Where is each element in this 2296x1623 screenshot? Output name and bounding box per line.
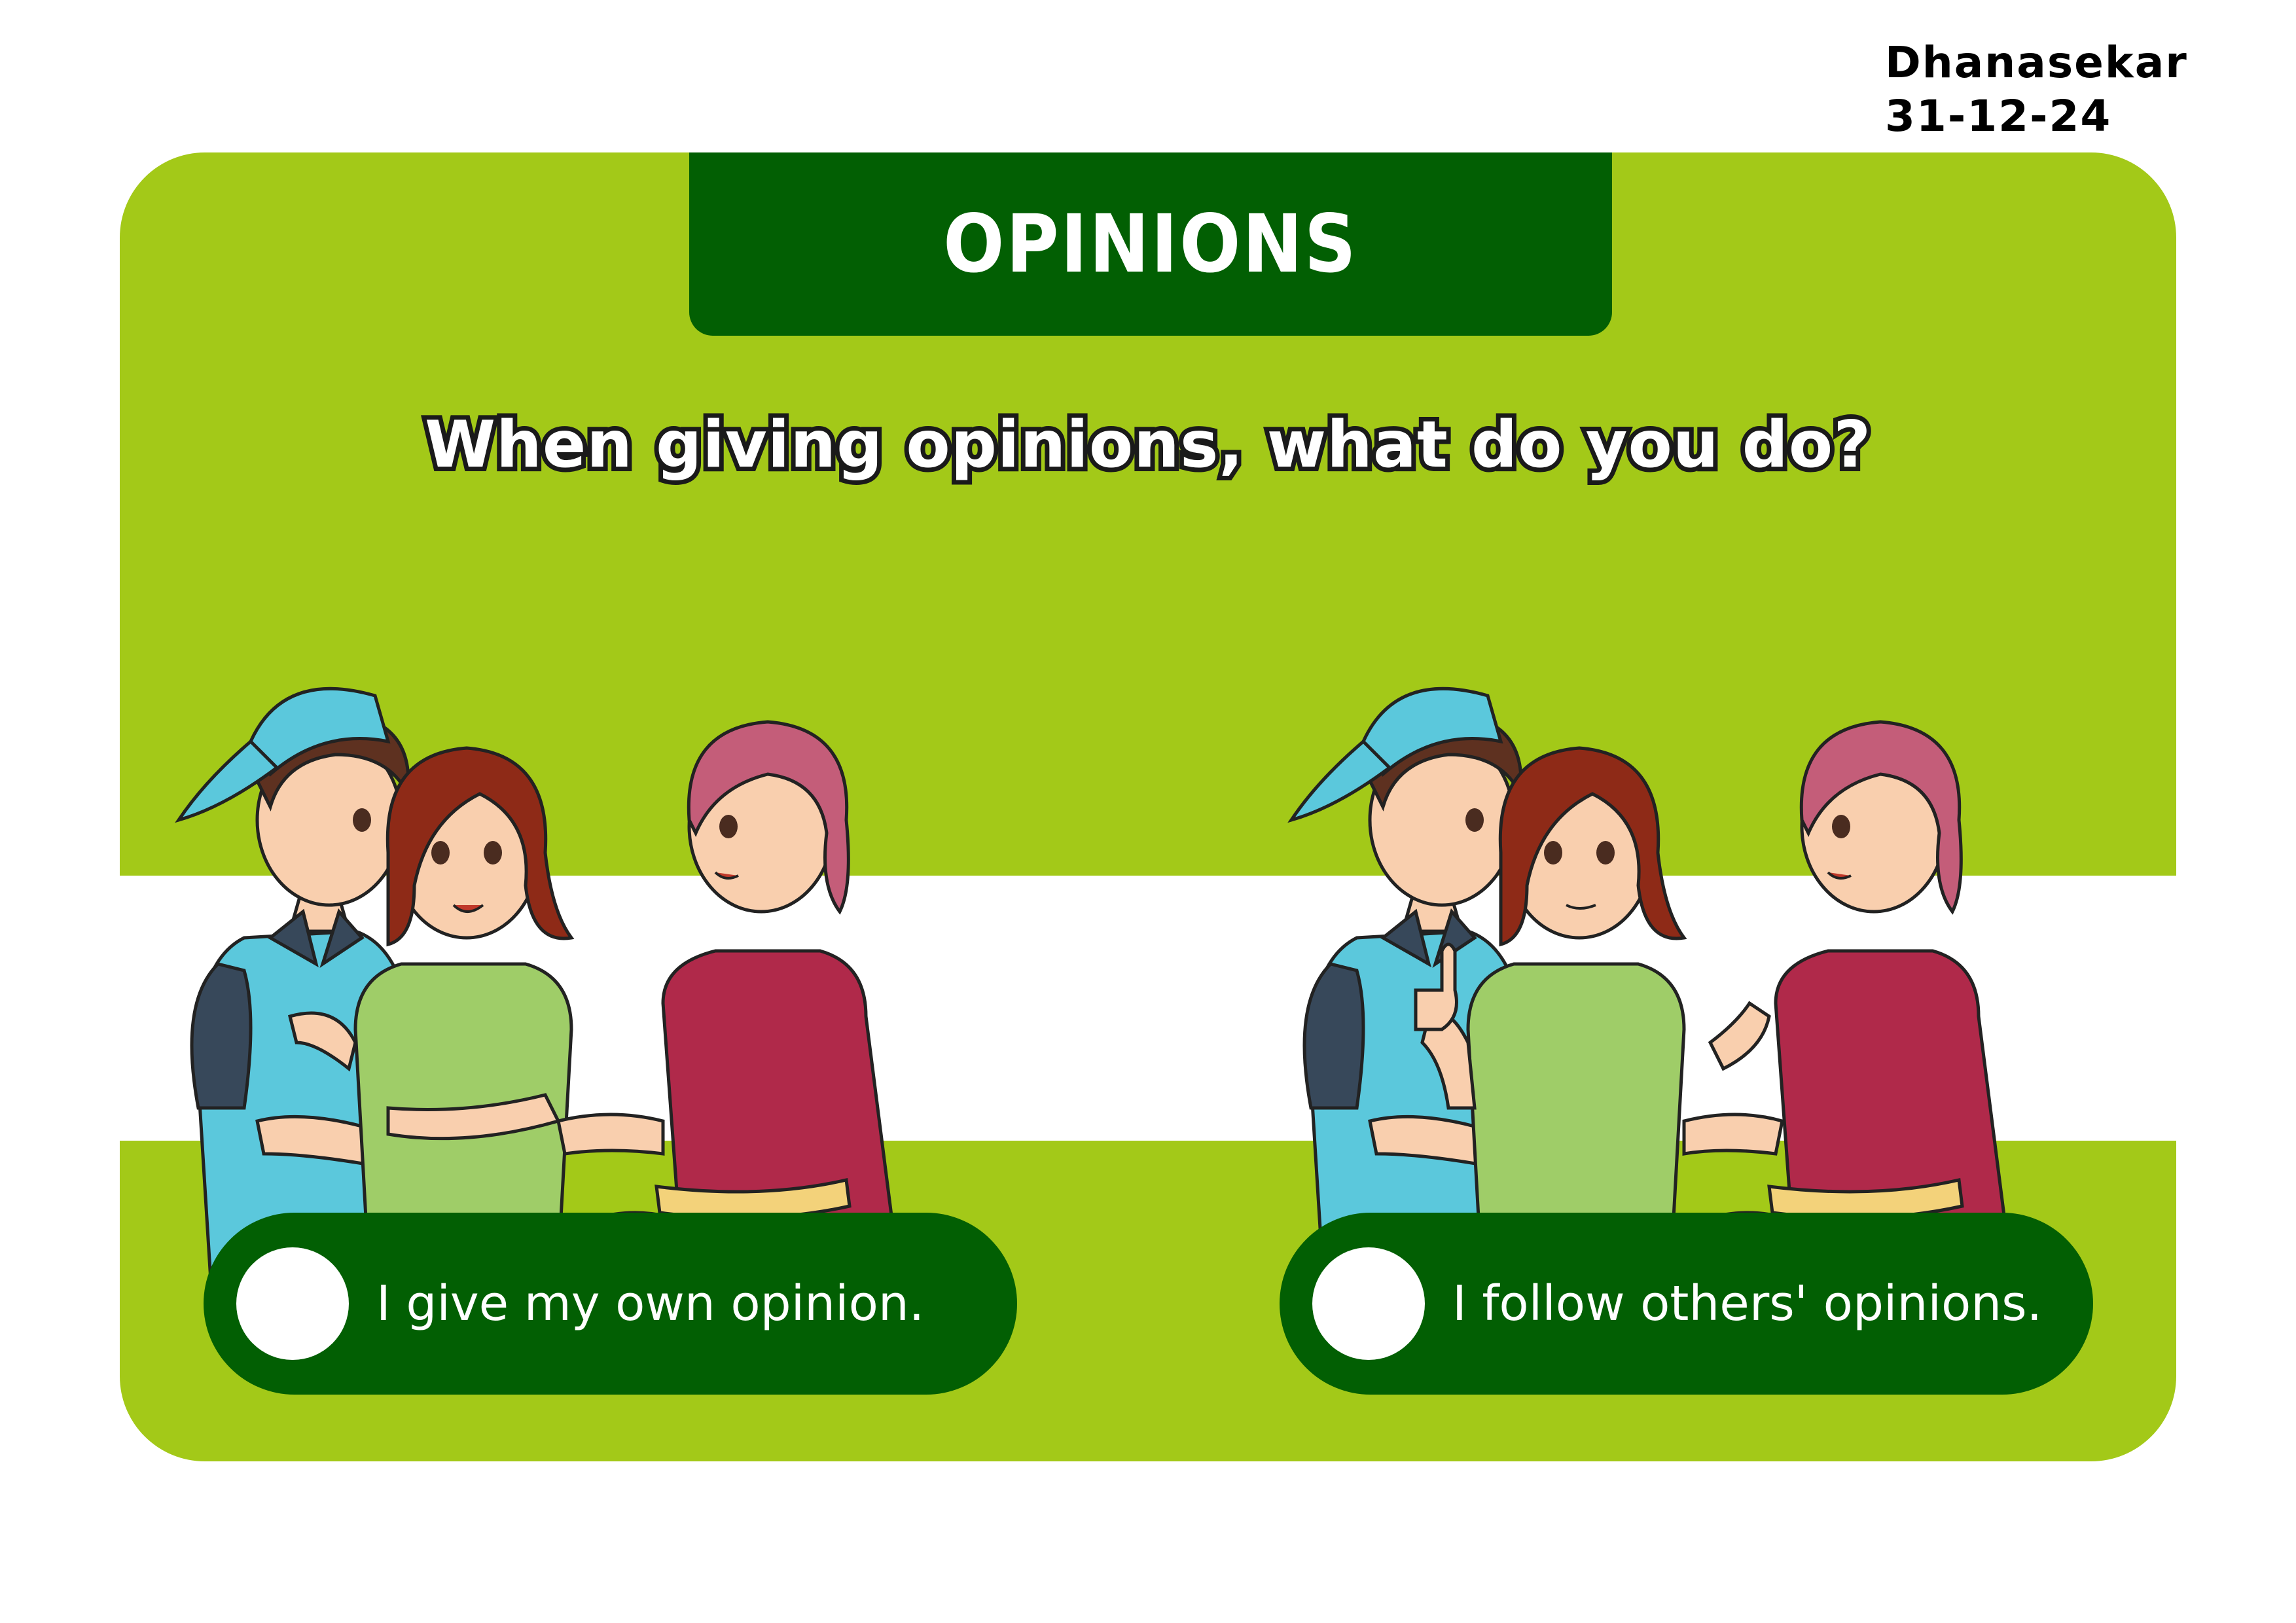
card-title: OPINIONS [943,198,1358,291]
title-tab: OPINIONS [689,152,1612,336]
author-credit: Dhanasekar 31-12-24 [1885,36,2188,143]
radio-circle-icon[interactable] [236,1247,349,1360]
three-friends-talking-illustration [175,687,901,1300]
three-friends-agreeing-illustration [1287,687,2013,1300]
question-row: When giving opinions, what do you do? [120,403,2176,487]
credit-date: 31-12-24 [1885,91,2112,141]
option-own-opinion[interactable]: I give my own opinion. [204,1213,1017,1395]
woman-red-top [556,720,901,1300]
woman-red-top [1682,720,2013,1300]
radio-circle-icon[interactable] [1312,1247,1425,1360]
author-name: Dhanasekar [1885,37,2188,88]
question-text: When giving opinions, what do you do? [420,403,1875,487]
option-label: I follow others' opinions. [1452,1275,2043,1332]
illustration-own-opinion [139,545,1049,1304]
illustration-follow-others [1252,545,2162,1304]
option-label: I give my own opinion. [376,1275,925,1332]
opinions-card: OPINIONS When giving opinions, what do y… [120,152,2176,1461]
option-follow-others[interactable]: I follow others' opinions. [1280,1213,2093,1395]
